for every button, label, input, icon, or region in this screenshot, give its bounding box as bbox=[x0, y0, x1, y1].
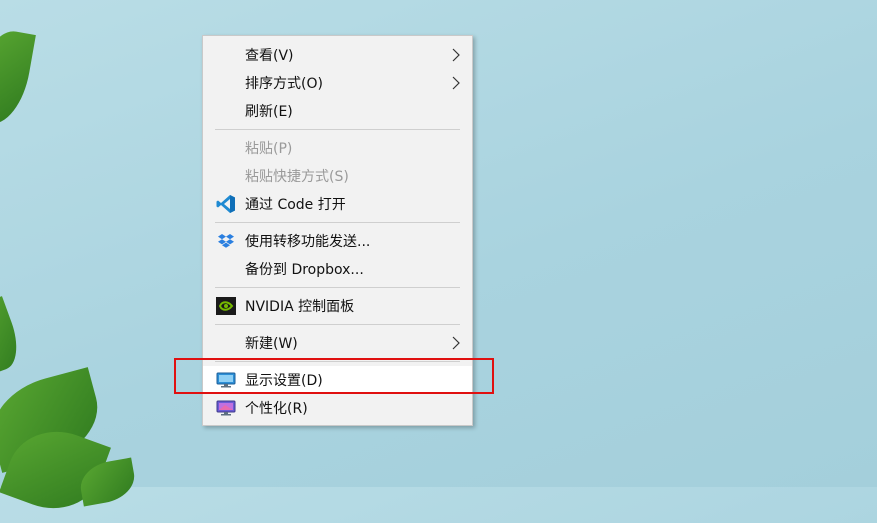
menu-item-label: 刷新(E) bbox=[245, 104, 293, 120]
menu-separator bbox=[215, 324, 460, 325]
chevron-right-icon bbox=[452, 48, 460, 62]
menu-item-label: 通过 Code 打开 bbox=[245, 197, 346, 213]
menu-item-label: 粘贴(P) bbox=[245, 141, 293, 157]
menu-item-label: 排序方式(O) bbox=[245, 76, 323, 92]
menu-item-send-with-transfer[interactable]: 使用转移功能发送... bbox=[203, 227, 472, 255]
menu-item-paste-shortcut: 粘贴快捷方式(S) bbox=[203, 162, 472, 190]
menu-item-paste: 粘贴(P) bbox=[203, 134, 472, 162]
menu-separator bbox=[215, 129, 460, 130]
menu-separator bbox=[215, 222, 460, 223]
menu-separator bbox=[215, 287, 460, 288]
nvidia-icon bbox=[216, 296, 236, 316]
menu-item-nvidia-control-panel[interactable]: NVIDIA 控制面板 bbox=[203, 292, 472, 320]
menu-item-backup-to-dropbox[interactable]: 备份到 Dropbox... bbox=[203, 255, 472, 283]
menu-item-personalize[interactable]: 个性化(R) bbox=[203, 394, 472, 422]
menu-item-new[interactable]: 新建(W) bbox=[203, 329, 472, 357]
vscode-icon bbox=[216, 194, 236, 214]
chevron-right-icon bbox=[452, 76, 460, 90]
menu-item-label: NVIDIA 控制面板 bbox=[245, 299, 355, 315]
wallpaper-leaf bbox=[0, 26, 36, 129]
wallpaper-leaf bbox=[0, 296, 26, 374]
menu-item-label: 查看(V) bbox=[245, 48, 294, 64]
menu-item-label: 个性化(R) bbox=[245, 401, 308, 417]
menu-item-sort-by[interactable]: 排序方式(O) bbox=[203, 69, 472, 97]
menu-item-label: 备份到 Dropbox... bbox=[245, 262, 364, 278]
menu-item-refresh[interactable]: 刷新(E) bbox=[203, 97, 472, 125]
highlight-annotation-box bbox=[174, 358, 494, 394]
menu-item-open-with-code[interactable]: 通过 Code 打开 bbox=[203, 190, 472, 218]
menu-item-label: 使用转移功能发送... bbox=[245, 234, 371, 250]
menu-item-view[interactable]: 查看(V) bbox=[203, 41, 472, 69]
personalize-icon bbox=[216, 398, 236, 418]
chevron-right-icon bbox=[452, 336, 460, 350]
dropbox-icon bbox=[216, 231, 236, 251]
menu-item-label: 粘贴快捷方式(S) bbox=[245, 169, 349, 185]
menu-item-label: 新建(W) bbox=[245, 336, 298, 352]
